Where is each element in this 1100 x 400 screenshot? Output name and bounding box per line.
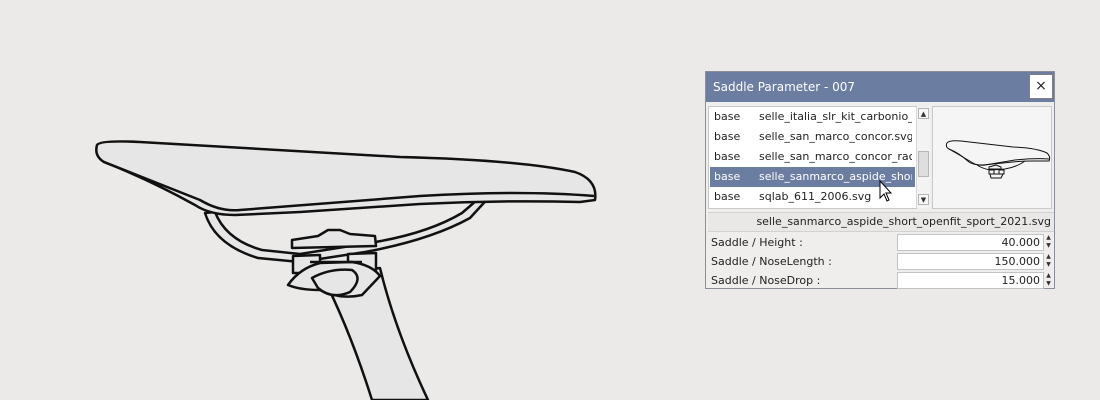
list-item-file: selle_italia_slr_kit_carbonio_C (759, 110, 912, 123)
param-row-noselength: Saddle / NoseLength : 150.000 ▲ ▼ (706, 252, 1054, 271)
list-item[interactable]: base selle_san_marco_concor.svg (710, 127, 915, 147)
selected-filename: selle_sanmarco_aspide_short_openfit_spor… (708, 212, 1054, 232)
list-item-file: selle_san_marco_concor_raci (759, 150, 912, 163)
list-item-category: base (714, 190, 741, 203)
dialog-title: Saddle Parameter - 007 (713, 80, 856, 94)
spin-down-icon[interactable]: ▼ (1044, 242, 1053, 250)
height-input[interactable]: 40.000 (897, 234, 1044, 251)
nosedrop-input[interactable]: 15.000 (897, 272, 1044, 289)
noselength-input[interactable]: 150.000 (897, 253, 1044, 270)
list-item-file: selle_san_marco_concor.svg (759, 130, 912, 143)
param-row-height: Saddle / Height : 40.000 ▲ ▼ (706, 233, 1054, 252)
saddle-preview (932, 106, 1052, 209)
seatpost-clamp (286, 228, 382, 298)
list-item[interactable]: base selle_san_marco_concor_raci (710, 147, 915, 167)
param-label: Saddle / NoseLength : (711, 255, 832, 268)
scroll-up-icon[interactable]: ▲ (918, 108, 929, 119)
spin-up-icon[interactable]: ▲ (1044, 253, 1053, 261)
spin-down-icon[interactable]: ▼ (1044, 261, 1053, 269)
close-button[interactable]: × (1029, 74, 1053, 99)
saddle-shell (95, 140, 597, 217)
height-spinner[interactable]: ▲ ▼ (1044, 234, 1053, 251)
mouse-cursor-icon (879, 180, 893, 202)
list-item-category: base (714, 110, 741, 123)
list-item-category: base (714, 150, 741, 163)
saddle-preview-image (945, 140, 1051, 179)
noselength-spinner[interactable]: ▲ ▼ (1044, 253, 1053, 270)
list-item-category: base (714, 130, 741, 143)
list-scrollbar[interactable]: ▲ ▼ (916, 107, 930, 208)
dialog-titlebar[interactable]: Saddle Parameter - 007 × (706, 72, 1054, 102)
scroll-thumb[interactable] (918, 151, 929, 177)
nosedrop-spinner[interactable]: ▲ ▼ (1044, 272, 1053, 289)
param-label: Saddle / Height : (711, 236, 803, 249)
spin-down-icon[interactable]: ▼ (1044, 280, 1053, 288)
param-row-nosedrop: Saddle / NoseDrop : 15.000 ▲ ▼ (706, 271, 1054, 290)
spin-up-icon[interactable]: ▲ (1044, 272, 1053, 280)
spin-up-icon[interactable]: ▲ (1044, 234, 1053, 242)
close-icon: × (1035, 78, 1047, 94)
param-label: Saddle / NoseDrop : (711, 274, 821, 287)
list-item[interactable]: base selle_italia_slr_kit_carbonio_C (710, 107, 915, 127)
scroll-down-icon[interactable]: ▼ (918, 194, 929, 205)
list-item-category: base (714, 170, 741, 183)
